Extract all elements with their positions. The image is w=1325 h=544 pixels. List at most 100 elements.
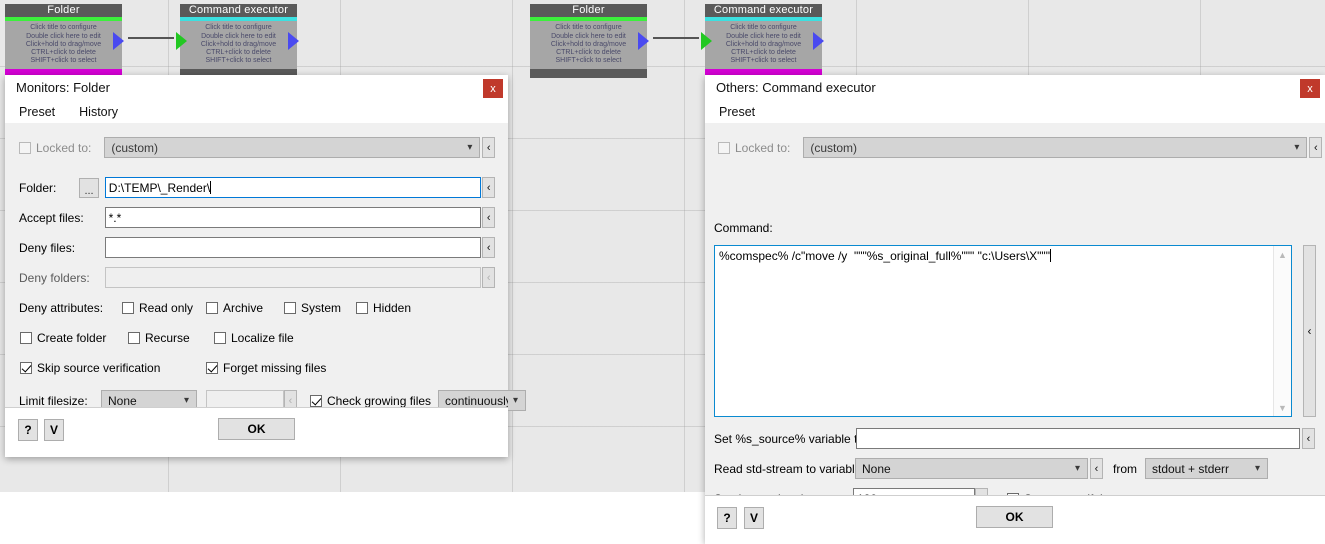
std-stream-from-select[interactable]: stdout + stderr ▾ xyxy=(1145,458,1268,479)
forget-missing-files-checkbox[interactable]: Forget missing files xyxy=(206,361,326,375)
deny-folders-label: Deny folders: xyxy=(19,270,90,285)
deny-folders-input[interactable] xyxy=(104,267,482,288)
menu-item-history[interactable]: History xyxy=(79,105,118,119)
node-body[interactable]: Click title to configure Double click he… xyxy=(5,21,122,69)
deny-attr-label: Archive xyxy=(223,301,264,315)
checkbox-box xyxy=(122,302,134,314)
deny-files-input[interactable] xyxy=(104,237,482,258)
deny-attr-hidden-checkbox[interactable]: Hidden xyxy=(356,301,411,315)
menu-item-preset[interactable]: Preset xyxy=(719,105,755,119)
deny-attr-read-only-checkbox[interactable]: Read only xyxy=(122,301,206,315)
folder-dialog[interactable]: Monitors: Folder x Preset History Locked… xyxy=(5,75,527,457)
deny-attr-system-checkbox[interactable]: System xyxy=(284,301,356,315)
connection-link-2 xyxy=(653,37,699,39)
hint-line: SHIFT+click to select xyxy=(555,57,622,65)
s-source-row: Set %s_source% variable to: ‹ xyxy=(714,428,1315,449)
command-textarea-scrollbar[interactable]: ▲ ▼ xyxy=(1273,246,1291,416)
std-stream-select[interactable]: None ▾ xyxy=(855,458,1088,479)
locked-to-select[interactable]: (custom) ▾ xyxy=(803,137,1308,158)
help-button[interactable]: ? xyxy=(717,507,737,529)
checkbox-box xyxy=(19,141,31,154)
node-body[interactable]: Click title to configure Double click he… xyxy=(530,21,647,69)
node-body[interactable]: Click title to configure Double click he… xyxy=(705,21,822,69)
command-dialog-footer: ? V OK xyxy=(705,495,1325,544)
std-stream-history-button[interactable]: ‹ xyxy=(1090,458,1103,479)
node-command-executor-2[interactable]: Command executor Click title to configur… xyxy=(701,4,824,78)
s-source-input[interactable] xyxy=(856,428,1300,449)
checkbox-box xyxy=(20,362,32,374)
command-executor-dialog[interactable]: Others: Command executor x Preset Locked… xyxy=(705,75,1325,544)
growing-mode-value: continuously xyxy=(445,393,509,408)
locked-to-history-button[interactable]: ‹ xyxy=(482,137,495,158)
std-stream-from-label: from xyxy=(1113,461,1137,476)
command-textarea[interactable]: %comspec% /c"move /y """%s_original_full… xyxy=(714,245,1292,417)
localize-file-checkbox[interactable]: Localize file xyxy=(214,331,294,345)
node-folder-1[interactable]: Folder Click title to configure Double c… xyxy=(5,4,124,78)
locked-to-checkbox[interactable]: Locked to: xyxy=(19,141,91,155)
command-textarea-text: %comspec% /c"move /y """%s_original_full… xyxy=(719,249,1271,263)
command-dialog-title: Others: Command executor xyxy=(705,75,1325,101)
folder-dialog-menubar[interactable]: Preset History xyxy=(5,101,508,123)
folder-path-input[interactable]: D:\TEMP\_Render\ xyxy=(104,177,482,198)
folder-path-history-button[interactable]: ‹ xyxy=(482,177,495,198)
deny-attr-label: Hidden xyxy=(373,301,412,315)
hint-line: Click title to configure xyxy=(730,24,797,32)
node-title[interactable]: Folder xyxy=(5,4,122,17)
node-title[interactable]: Command executor xyxy=(180,4,297,17)
node-input-arrow-icon[interactable] xyxy=(701,32,712,50)
node-output-arrow-icon[interactable] xyxy=(638,32,649,50)
deny-folders-row: Deny folders: ‹ xyxy=(19,267,495,288)
std-stream-label: Read std-stream to variable xyxy=(714,461,862,476)
folder-dialog-title: Monitors: Folder xyxy=(5,75,508,101)
node-title[interactable]: Folder xyxy=(530,4,647,17)
s-source-history-button[interactable]: ‹ xyxy=(1302,428,1315,449)
recurse-checkbox[interactable]: Recurse xyxy=(128,331,214,345)
deny-files-history-button[interactable]: ‹ xyxy=(482,237,495,258)
ok-button[interactable]: OK xyxy=(976,506,1053,528)
node-title[interactable]: Command executor xyxy=(705,4,822,17)
locked-to-select[interactable]: (custom) ▾ xyxy=(104,137,481,158)
node-hint-lines: Click title to configure Double click he… xyxy=(201,24,276,65)
skip-source-verification-checkbox[interactable]: Skip source verification xyxy=(20,361,206,375)
node-output-arrow-icon[interactable] xyxy=(288,32,299,50)
help-button[interactable]: ? xyxy=(18,419,38,441)
locked-to-checkbox[interactable]: Locked to: xyxy=(718,141,790,155)
scroll-up-icon[interactable]: ▲ xyxy=(1274,246,1291,263)
checkbox-box xyxy=(310,394,322,407)
menu-item-preset[interactable]: Preset xyxy=(19,105,55,119)
hint-line: Click+hold to drag/move xyxy=(550,40,627,48)
browse-folder-button[interactable]: ... xyxy=(79,177,99,198)
check-growing-files-checkbox[interactable]: Check growing files xyxy=(310,394,431,408)
node-output-arrow-icon[interactable] xyxy=(813,32,824,50)
dropdown-menu-button[interactable]: V xyxy=(744,507,764,529)
deny-attr-label: Read only xyxy=(139,301,194,315)
close-icon[interactable]: x xyxy=(1300,79,1320,98)
checkbox-box xyxy=(20,332,32,344)
node-output-arrow-icon[interactable] xyxy=(113,32,124,50)
create-folder-checkbox[interactable]: Create folder xyxy=(20,331,128,345)
node-input-arrow-icon[interactable] xyxy=(176,32,187,50)
accept-files-input[interactable]: *.* xyxy=(104,207,482,228)
node-hint-lines: Click title to configure Double click he… xyxy=(551,24,626,65)
node-body[interactable]: Click title to configure Double click he… xyxy=(180,21,297,69)
ok-button[interactable]: OK xyxy=(218,418,295,440)
node-command-executor-1[interactable]: Command executor Click title to configur… xyxy=(176,4,299,78)
hint-line: Double click here to edit xyxy=(26,32,101,40)
scroll-down-icon[interactable]: ▼ xyxy=(1274,399,1291,416)
chevron-down-icon: ▾ xyxy=(1074,462,1081,474)
locked-to-row: Locked to: (custom) ▾ ‹ xyxy=(19,137,495,158)
accept-files-history-button[interactable]: ‹ xyxy=(482,207,495,228)
deny-attributes-label: Deny attributes: xyxy=(19,301,104,315)
option-label: Create folder xyxy=(37,331,107,345)
command-history-button[interactable]: ‹ xyxy=(1303,245,1316,417)
locked-to-label: Locked to: xyxy=(735,140,791,155)
locked-to-history-button[interactable]: ‹ xyxy=(1309,137,1323,158)
deny-attr-archive-checkbox[interactable]: Archive xyxy=(206,301,284,315)
command-label: Command: xyxy=(714,221,773,235)
option-label: Forget missing files xyxy=(223,361,327,375)
close-icon[interactable]: x xyxy=(483,79,503,98)
command-dialog-menubar[interactable]: Preset xyxy=(705,101,1325,123)
node-hint-lines: Click title to configure Double click he… xyxy=(26,24,101,65)
dropdown-menu-button[interactable]: V xyxy=(44,419,64,441)
node-folder-2[interactable]: Folder Click title to configure Double c… xyxy=(530,4,649,78)
